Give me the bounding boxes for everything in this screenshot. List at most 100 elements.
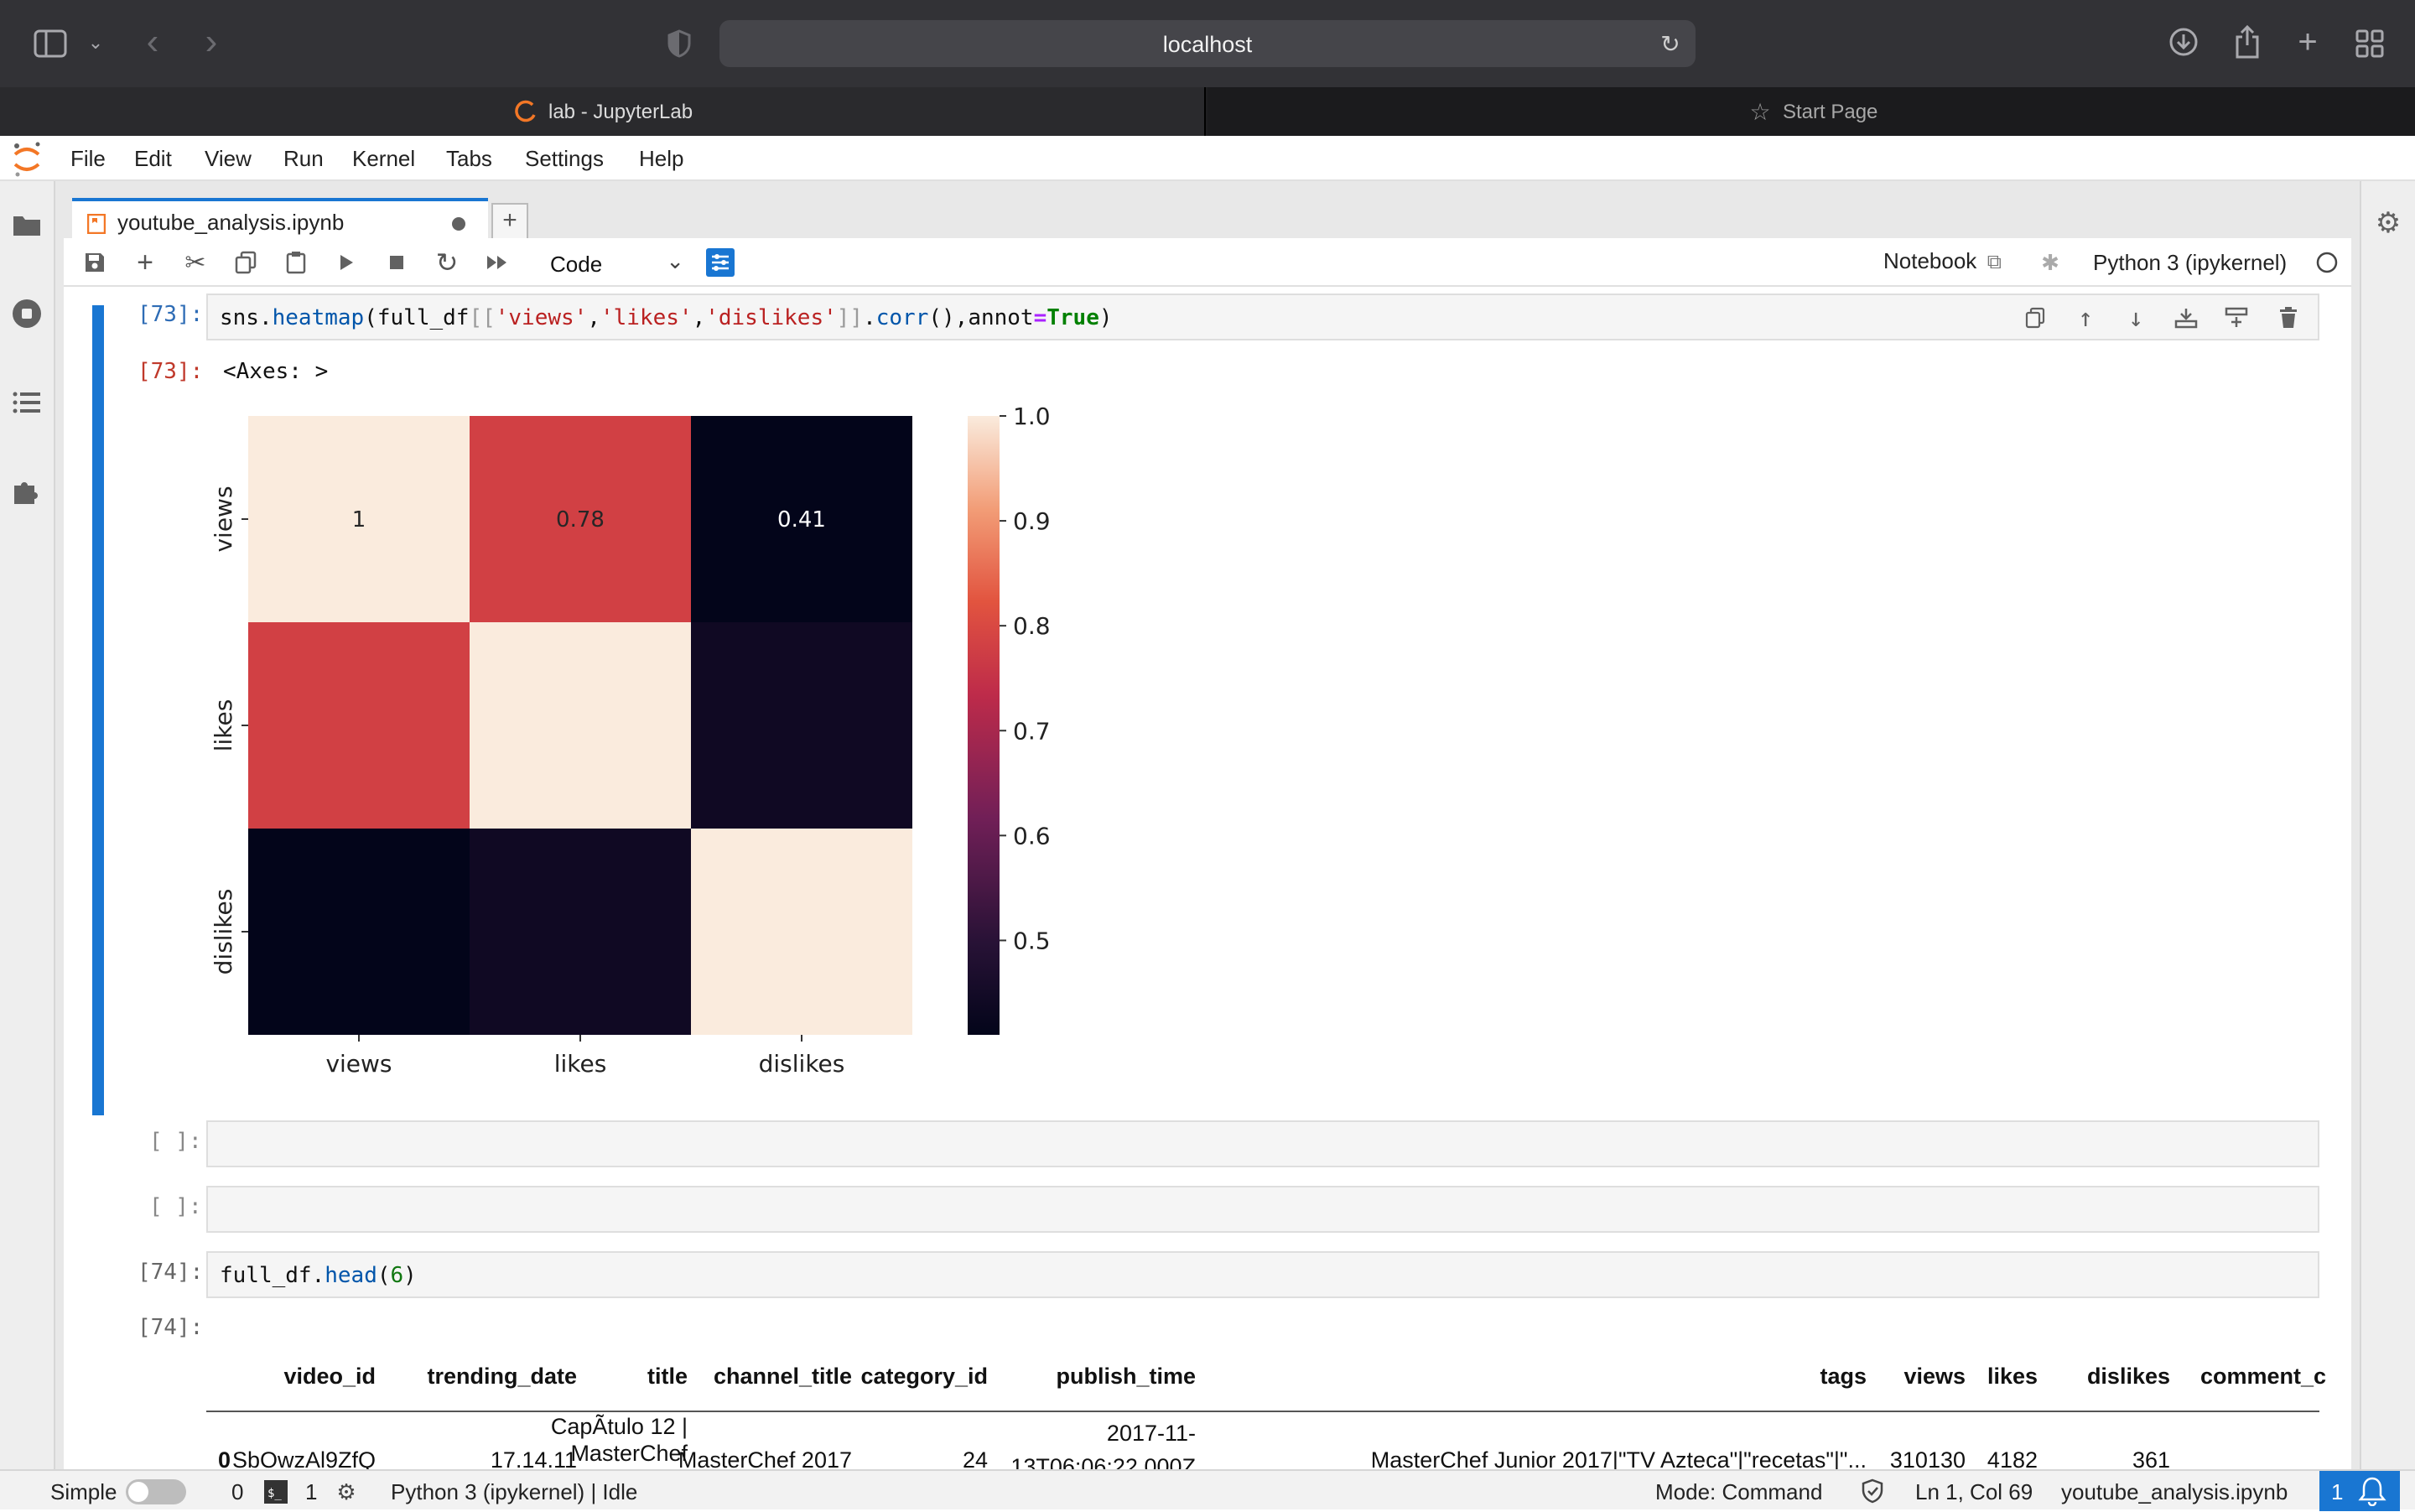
notebook-toolbar: + ✂ ↻ Code ⌄ Notebook ⧉ ✱ Python 3 (ipyk… — [64, 238, 2351, 287]
code-token: ) — [403, 1263, 417, 1288]
menu-edit[interactable]: Edit — [134, 146, 172, 172]
delete-cell-icon[interactable] — [2274, 304, 2303, 332]
save-icon[interactable] — [80, 248, 109, 277]
menu-file[interactable]: File — [70, 146, 106, 172]
menu-view[interactable]: View — [205, 146, 252, 172]
property-inspector-toggle-icon[interactable] — [706, 248, 735, 277]
share-icon[interactable] — [2231, 23, 2264, 60]
heatmap-annotation: 0.41 — [777, 507, 826, 533]
terminal-count[interactable]: 0 — [231, 1479, 243, 1505]
code-token: sns. — [220, 305, 273, 330]
code-token: 6 — [390, 1263, 404, 1288]
menu-kernel[interactable]: Kernel — [352, 146, 415, 172]
browser-tab-label: lab - JupyterLab — [548, 101, 693, 123]
extension-puzzle-icon[interactable] — [10, 475, 44, 508]
table-header: channel_title — [713, 1364, 852, 1389]
jupyter-spinner-icon — [513, 99, 538, 124]
browser-toolbar: ⌄ ‹ › localhost ↻ + — [0, 0, 2415, 87]
run-icon[interactable] — [332, 248, 361, 277]
address-bar[interactable]: localhost ↻ — [719, 20, 1696, 67]
duplicate-cell-icon[interactable] — [2021, 304, 2049, 332]
code-token: full_df. — [220, 1263, 325, 1288]
menu-tabs[interactable]: Tabs — [446, 146, 492, 172]
cell-output-prompt: [74]: — [138, 1315, 204, 1340]
folder-icon[interactable] — [10, 208, 44, 242]
document-tab[interactable]: youtube_analysis.ipynb — [72, 198, 488, 242]
heatmap-chart: 1 0.78 0.41 views likes dislikes views likes dis… — [210, 403, 1051, 1078]
browser-tab-active[interactable]: lab - JupyterLab — [0, 87, 1206, 136]
external-link-icon: ⧉ — [1987, 251, 2002, 273]
tab-overview-icon[interactable] — [2353, 27, 2386, 60]
paste-icon[interactable] — [282, 248, 310, 277]
empty-code-cell[interactable] — [206, 1120, 2319, 1167]
property-inspector-gear-icon[interactable]: ⚙ — [2371, 206, 2405, 240]
table-header: likes — [1987, 1364, 2038, 1389]
code-token: ) — [1098, 305, 1113, 330]
heatmap-cell — [691, 829, 912, 1035]
notification-button[interactable]: 1 — [2319, 1471, 2400, 1511]
cursor-position[interactable]: Ln 1, Col 69 — [1915, 1479, 2033, 1505]
running-kernels-icon[interactable] — [10, 297, 44, 330]
move-up-icon[interactable]: ↑ — [2071, 304, 2100, 333]
move-down-icon[interactable]: ↓ — [2122, 304, 2150, 333]
colorbar — [968, 416, 1000, 1035]
heatmap-cell — [691, 622, 912, 829]
insert-cell-icon[interactable]: + — [131, 247, 159, 278]
heatmap-cell — [248, 829, 470, 1035]
cell-type-select[interactable]: Code ⌄ — [542, 247, 693, 278]
table-of-contents-icon[interactable] — [10, 386, 44, 419]
cell-input-prompt: [74]: — [138, 1260, 204, 1285]
code-token: ( — [377, 1263, 391, 1288]
kernel-count[interactable]: 1 — [305, 1479, 317, 1505]
unsaved-dot-icon[interactable] — [449, 215, 468, 233]
forward-arrow-icon[interactable]: › — [196, 21, 226, 62]
heatmap-annotation: 0.78 — [556, 507, 605, 533]
browser-tab-inactive[interactable]: ☆ Start Page — [1208, 87, 2415, 136]
cell-title: MasterChef — [570, 1441, 688, 1466]
copy-icon[interactable] — [231, 248, 260, 277]
cut-icon[interactable]: ✂ — [181, 248, 210, 277]
code-token: head — [325, 1263, 377, 1288]
insert-above-icon[interactable] — [2172, 304, 2200, 332]
jupyter-logo-icon — [8, 141, 45, 178]
table-header: trending_date — [427, 1364, 577, 1389]
kernel-name[interactable]: Python 3 (ipykernel) — [2093, 250, 2287, 276]
svg-text:$_: $_ — [267, 1487, 282, 1500]
colorbar-tick-label: 0.9 — [1013, 507, 1051, 535]
cell-input-prompt: [73]: — [138, 302, 204, 327]
table-header: video_id — [283, 1364, 376, 1389]
code-line: full_df.head(6) — [220, 1263, 417, 1288]
restart-icon[interactable]: ↻ — [433, 247, 461, 278]
empty-code-cell[interactable] — [206, 1186, 2319, 1233]
table-header: tags — [1820, 1364, 1867, 1389]
insert-below-icon[interactable] — [2222, 304, 2251, 332]
download-icon[interactable] — [2167, 25, 2200, 59]
code-cell-input[interactable]: sns.heatmap(full_df[['views','likes','di… — [206, 294, 2319, 340]
kernel-status-text[interactable]: Python 3 (ipykernel) | Idle — [391, 1479, 637, 1505]
trusted-shield-icon — [1860, 1478, 1885, 1504]
privacy-shield-icon[interactable] — [664, 27, 694, 60]
colorbar-tick-label: 0.8 — [1013, 612, 1051, 640]
cell-input-prompt: [ ]: — [149, 1194, 202, 1219]
reload-icon[interactable]: ↻ — [1657, 30, 1684, 57]
bell-icon — [2358, 1476, 2386, 1512]
back-arrow-icon[interactable]: ‹ — [138, 21, 168, 62]
table-row: 0 SbOwzAl9ZfQ 17.14.11 CapÃtulo 12 | Mas… — [206, 1414, 2319, 1469]
toggle-knob — [128, 1482, 148, 1502]
menu-run[interactable]: Run — [283, 146, 324, 172]
restart-run-all-icon[interactable] — [483, 248, 512, 277]
stop-icon[interactable] — [382, 248, 411, 277]
menu-help[interactable]: Help — [639, 146, 683, 172]
heatmap-annotation: 1 — [352, 507, 366, 533]
new-tab-icon[interactable]: + — [2291, 23, 2324, 60]
sidebar-toggle-icon[interactable] — [32, 25, 69, 62]
menu-settings[interactable]: Settings — [525, 146, 604, 172]
code-token: . — [863, 305, 876, 330]
simple-mode-toggle[interactable] — [126, 1479, 186, 1504]
code-cell-input[interactable]: full_df.head(6) — [206, 1251, 2319, 1298]
new-launcher-button[interactable]: + — [491, 203, 528, 240]
debugger-bug-icon[interactable]: ✱ — [2036, 248, 2064, 277]
open-in-notebook-button[interactable]: Notebook ⧉ — [1883, 248, 2002, 277]
table-header: title — [647, 1364, 688, 1389]
chevron-down-icon[interactable]: ⌄ — [86, 30, 106, 55]
